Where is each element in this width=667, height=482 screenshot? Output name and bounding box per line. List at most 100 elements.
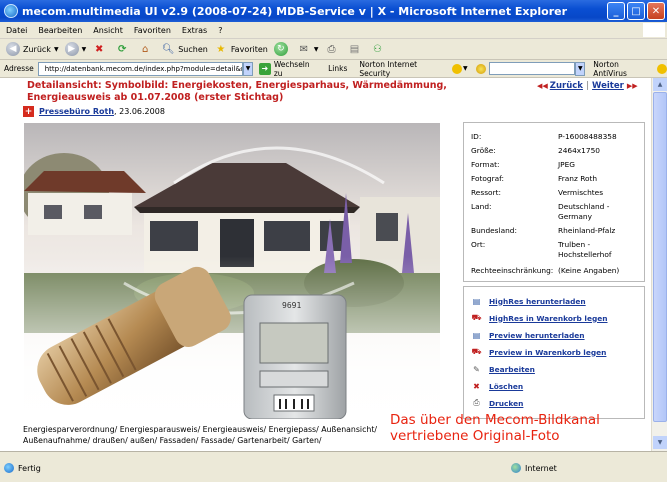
history-button[interactable]: ↻ [273, 42, 291, 56]
menu-favoriten[interactable]: Favoriten [134, 26, 171, 35]
toolbar-search-input[interactable] [488, 62, 576, 75]
status-bar: Fertig Internet [0, 451, 667, 482]
page-title: Detailansicht: Symbolbild: Energiekosten… [27, 80, 447, 103]
nav-forward-link[interactable]: Weiter [592, 81, 624, 91]
mail-icon: ✉ [299, 43, 309, 55]
address-dropdown-icon[interactable]: ▼ [243, 61, 253, 76]
detail-row: ID: P-16008488358 [471, 132, 640, 142]
close-button[interactable]: ✕ [647, 2, 665, 20]
detail-value: Trulben - Hochstellerhof [558, 240, 612, 259]
history-icon: ↻ [273, 42, 288, 56]
page-content: Detailansicht: Symbolbild: Energiekosten… [0, 78, 651, 451]
action-edit[interactable]: ✎ Bearbeiten [471, 364, 535, 374]
search-button[interactable]: 🔍︎ Suchen [161, 42, 208, 56]
norton-antivirus-button[interactable]: Norton AntiVirus [593, 60, 654, 78]
action-label[interactable]: Preview herunterladen [489, 331, 585, 340]
edit-toolbar-button[interactable]: ▤ [347, 42, 364, 56]
links-button[interactable]: Links [328, 64, 347, 73]
meter-display-text: 9691 [282, 301, 302, 310]
forward-button[interactable]: ▶ ▼ [64, 42, 87, 56]
detail-label: Fotograf: [471, 174, 505, 183]
refresh-icon: ⟳ [118, 43, 127, 55]
messenger-icon: ⚇ [373, 43, 382, 55]
go-button[interactable]: Wechseln zu [274, 60, 320, 78]
source-link[interactable]: Pressebüro Roth [39, 107, 114, 116]
detail-value: Deutschland - Germany [558, 202, 610, 221]
nav-separator: | [585, 81, 590, 91]
favorites-label: Favoriten [230, 44, 268, 54]
nav-back-link[interactable]: Zurück [550, 81, 583, 91]
edit-icon: ✎ [473, 364, 480, 374]
status-zone: Internet [511, 463, 557, 473]
forward-arrow-icon: ▶ [64, 42, 79, 56]
search-engine-icon [475, 63, 486, 74]
search-dropdown-icon[interactable]: ▼ [575, 61, 586, 76]
favorites-button[interactable]: ★ Favoriten [214, 42, 268, 56]
minimize-button[interactable]: _ [607, 2, 625, 20]
back-dropdown-icon[interactable]: ▼ [54, 46, 59, 53]
detail-row: Rechteeinschränkung: (Keine Angaben) [471, 266, 640, 276]
mail-dropdown-icon[interactable]: ▼ [314, 46, 319, 53]
back-arrow-icon: ◀ [6, 42, 20, 56]
forward-dropdown-icon[interactable]: ▼ [82, 46, 87, 53]
menu-extras[interactable]: Extras [182, 26, 207, 35]
print-toolbar-button[interactable]: ⎙ [324, 42, 341, 56]
messenger-button[interactable]: ⚇ [370, 42, 387, 56]
forward-triangle-icon: ▶▶ [626, 82, 638, 90]
back-button[interactable]: ◀ Zurück ▼ [6, 42, 59, 56]
detail-label: ID: [471, 132, 482, 141]
action-label[interactable]: Löschen [489, 382, 523, 391]
search-icon: 🔍︎ [161, 43, 175, 55]
action-preview-download[interactable]: ▤ Preview herunterladen [471, 330, 585, 340]
photo-illustration [24, 123, 440, 419]
refresh-button[interactable]: ⟳ [115, 42, 132, 56]
action-label[interactable]: Drucken [489, 399, 523, 408]
menu-help[interactable]: ? [218, 26, 222, 35]
window-title: mecom.multimedia UI v2.9 (2008-07-24) MD… [22, 4, 568, 18]
home-button[interactable]: ⌂ [138, 42, 155, 56]
action-label[interactable]: HighRes herunterladen [489, 297, 586, 306]
print-icon: ⎙ [473, 398, 480, 407]
standard-toolbar: ◀ Zurück ▼ ▶ ▼ ✖ ⟳ ⌂ 🔍︎ Suchen ★ Favorit… [0, 39, 667, 60]
action-label[interactable]: HighRes in Warenkorb legen [489, 314, 608, 323]
mail-button[interactable]: ✉ ▼ [297, 42, 319, 56]
stop-button[interactable]: ✖ [92, 42, 109, 56]
detail-value: 2464x1750 [558, 146, 600, 155]
detail-row: Fotograf: Franz Roth [471, 174, 640, 184]
address-input[interactable]: http://datenbank.mecom.de/index.php?modu… [37, 61, 244, 76]
swiss-flag-icon: + [23, 106, 34, 117]
action-print[interactable]: ⎙ Drucken [471, 398, 523, 408]
detail-row: Format: JPEG [471, 160, 640, 170]
action-label[interactable]: Preview in Warenkorb legen [489, 348, 606, 357]
scroll-up-icon[interactable]: ▲ [653, 78, 667, 91]
source-date: , 23.06.2008 [114, 107, 165, 116]
action-highres-cart[interactable]: ⛟ HighRes in Warenkorb legen [471, 313, 608, 323]
action-label[interactable]: Bearbeiten [489, 365, 535, 374]
printer-icon: ⎙ [327, 43, 336, 55]
maximize-button[interactable]: □ [627, 2, 645, 20]
menu-bearbeiten[interactable]: Bearbeiten [38, 26, 82, 35]
action-highres-download[interactable]: ▤ HighRes herunterladen [471, 296, 586, 306]
norton-dropdown-icon[interactable]: ▼ [463, 65, 468, 72]
norton-security-button[interactable]: Norton Internet Security [359, 60, 449, 78]
norton-icon [452, 63, 462, 74]
page-status-icon [4, 463, 14, 473]
download-icon: ▤ [472, 330, 481, 340]
preview-photo[interactable]: 9691 [24, 123, 440, 419]
detail-label: Land: [471, 202, 492, 211]
action-preview-cart[interactable]: ⛟ Preview in Warenkorb legen [471, 347, 606, 357]
cart-icon: ⛟ [471, 347, 482, 356]
vertical-scrollbar[interactable]: ▲ ▼ [651, 78, 667, 451]
download-icon: ▤ [472, 296, 481, 306]
scroll-thumb[interactable] [653, 92, 667, 422]
go-arrow-icon[interactable]: ➜ [258, 62, 271, 75]
action-delete[interactable]: ✖ Löschen [471, 381, 523, 391]
menu-datei[interactable]: Datei [6, 26, 27, 35]
document-icon: ▤ [349, 43, 360, 55]
detail-value: JPEG [558, 160, 576, 169]
detail-label: Ressort: [471, 188, 501, 197]
detail-value: Rheinland-Pfalz [558, 226, 616, 235]
home-icon: ⌂ [142, 43, 149, 55]
menu-ansicht[interactable]: Ansicht [93, 26, 123, 35]
zone-text: Internet [525, 463, 557, 473]
